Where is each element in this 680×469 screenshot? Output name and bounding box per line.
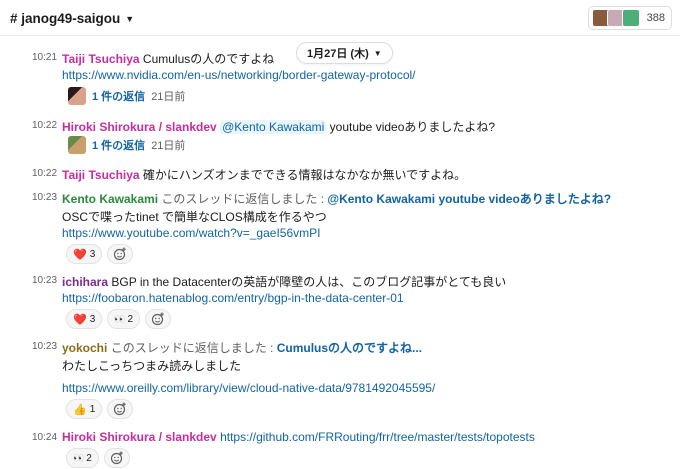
heart-icon: ❤️ (73, 248, 87, 261)
message-author[interactable]: Hiroki Shirokura / slankdev (62, 120, 217, 134)
message-text: Cumulusの人のですよね (142, 52, 275, 66)
message-time[interactable]: 10:23 (32, 341, 57, 352)
message-link[interactable]: https://github.com/FRRouting/frr/tree/ma… (220, 430, 535, 444)
channel-name-button[interactable]: # janog49-saigou ▼ (10, 11, 134, 26)
eyes-icon: 👀 (114, 313, 125, 324)
message-link[interactable]: https://foobaron.hatenablog.com/entry/bg… (62, 291, 404, 305)
message-author[interactable]: Taiji Tsuchiya (62, 168, 140, 182)
channel-header: # janog49-saigou ▼ 388 (0, 0, 680, 36)
reactions-bar: ❤️ 3 (66, 244, 134, 264)
add-emoji-icon (114, 402, 126, 416)
thread-last-reply: 21日前 (151, 91, 186, 103)
add-reaction-button[interactable] (103, 448, 130, 468)
message-link[interactable]: https://www.nvidia.com/en-us/networking/… (62, 68, 416, 82)
add-emoji-icon (114, 247, 126, 261)
message-time[interactable]: 10:23 (32, 192, 57, 203)
eyes-icon: 👀 (73, 452, 84, 463)
reaction-count: 2 (86, 452, 92, 464)
message-time[interactable]: 10:22 (32, 168, 57, 179)
date-label: 1月27日 (木) (307, 48, 369, 60)
message-time[interactable]: 10:21 (32, 52, 57, 63)
member-list-button[interactable]: 388 (587, 6, 672, 30)
reaction-eyes[interactable]: 👀 2 (66, 448, 99, 468)
add-reaction-button[interactable] (145, 309, 172, 329)
thread-last-reply: 21日前 (151, 140, 186, 152)
reply-prefix: このスレッドに返信しました : (161, 192, 325, 206)
message-author[interactable]: yokochi (62, 341, 107, 355)
message-author[interactable]: Hiroki Shirokura / slankdev (62, 430, 217, 444)
message-text: わたしこっちつまみ読みしました (62, 359, 242, 373)
reactions-bar: ❤️ 3 👀 2 (66, 309, 172, 329)
reaction-eyes[interactable]: 👀 2 (107, 309, 141, 329)
reply-prefix: このスレッドに返信しました : (110, 341, 274, 355)
message-time[interactable]: 10:23 (32, 275, 57, 286)
add-reaction-button[interactable] (107, 244, 134, 264)
member-avatar (621, 9, 640, 27)
message-author[interactable]: Kento Kawakami (62, 192, 158, 206)
reactions-bar: 👀 2 (66, 448, 130, 468)
thread-summary[interactable]: 1 件の返信 21日前 (68, 87, 185, 105)
message-link[interactable]: https://www.youtube.com/watch?v=_gaeI56v… (62, 226, 320, 240)
reactions-bar: 👍 1 (66, 399, 134, 419)
reaction-heart[interactable]: ❤️ 3 (66, 309, 103, 329)
message-text: youtube videoありましたよね? (329, 120, 496, 134)
reaction-count: 3 (89, 248, 96, 260)
chevron-down-icon: ▼ (125, 13, 135, 24)
heart-icon: ❤️ (73, 313, 87, 326)
message-time[interactable]: 10:24 (32, 432, 57, 443)
thread-reply-count[interactable]: 1 件の返信 (92, 88, 145, 104)
add-emoji-icon (151, 312, 164, 326)
reaction-count: 1 (89, 403, 96, 415)
message-author[interactable]: Taiji Tsuchiya (62, 52, 140, 66)
reaction-count: 3 (89, 313, 96, 325)
reply-quote-link[interactable]: Cumulusの人のですよね... (277, 341, 422, 355)
thread-reply-count[interactable]: 1 件の返信 (92, 137, 145, 153)
reply-avatar (68, 87, 86, 105)
thumbs-up-icon: 👍 (73, 403, 87, 416)
message-author[interactable]: ichihara (62, 275, 108, 289)
channel-name: # janog49-saigou (10, 11, 121, 26)
reply-quote-link[interactable]: @Kento Kawakami youtube videoありましたよね? (327, 192, 611, 206)
message-time[interactable]: 10:22 (32, 120, 57, 131)
message-text: 確かにハンズオンまでできる情報はなかなか無いですよね。 (142, 168, 467, 182)
chevron-down-icon: ▼ (373, 48, 382, 58)
message-text: OSCで喋ったtinet で簡単なCLOS構成を作るやつ (62, 210, 327, 224)
add-reaction-button[interactable] (107, 399, 134, 419)
member-count: 388 (646, 12, 665, 24)
reply-avatar (68, 136, 86, 154)
user-mention[interactable]: @Kento Kawakami (220, 120, 327, 134)
reaction-heart[interactable]: ❤️ 3 (66, 244, 103, 264)
thread-summary[interactable]: 1 件の返信 21日前 (68, 136, 185, 154)
date-divider-button[interactable]: 1月27日 (木) ▼ (296, 42, 393, 64)
add-emoji-icon (110, 451, 123, 465)
message-link[interactable]: https://www.oreilly.com/library/view/clo… (62, 381, 435, 395)
message-text: BGP in the Datacenterの英語が障壁の人は、このブログ記事がと… (111, 275, 507, 289)
reaction-thumbs-up[interactable]: 👍 1 (66, 399, 103, 419)
reaction-count: 2 (127, 313, 134, 325)
